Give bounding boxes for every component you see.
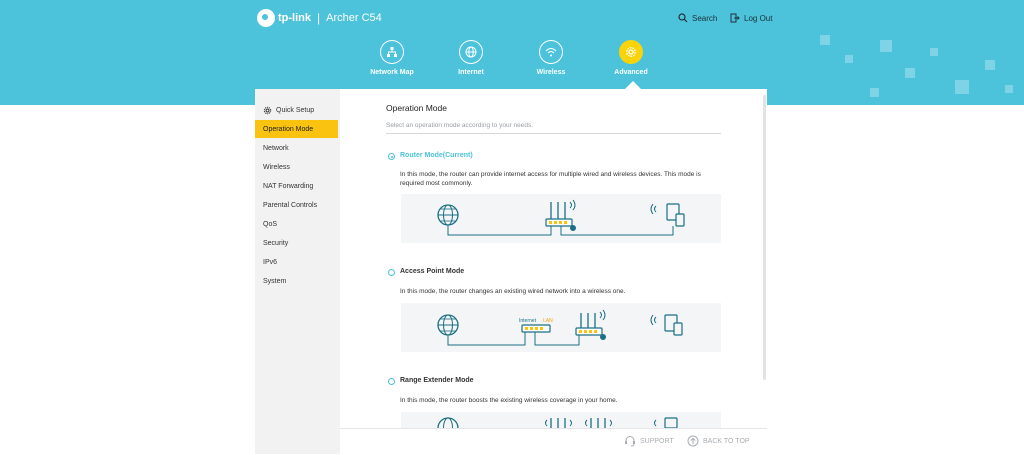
- modem-icon: [521, 324, 551, 333]
- sidebar-item-operation-mode[interactable]: Operation Mode: [255, 120, 338, 138]
- nav-label: Advanced: [614, 69, 648, 76]
- sidebar-item-nat-forwarding[interactable]: NAT Forwarding: [255, 177, 338, 195]
- logo-text: tp-link: [278, 12, 311, 24]
- decor-square: [1005, 85, 1013, 93]
- search-icon: [678, 13, 688, 23]
- sidebar-item-label: Security: [263, 239, 289, 247]
- search-label: Search: [692, 13, 718, 23]
- devices-icon: [650, 203, 685, 227]
- sidebar-item-security[interactable]: Security: [255, 234, 338, 252]
- access-point-mode-label[interactable]: Access Point Mode: [400, 268, 464, 275]
- sidebar-item-wireless[interactable]: Wireless: [255, 158, 338, 176]
- scrollbar[interactable]: [763, 95, 766, 380]
- network-map-icon: [380, 40, 404, 64]
- sidebar-item-label: Wireless: [263, 163, 290, 171]
- nav-advanced[interactable]: Advanced: [596, 40, 666, 76]
- sidebar: Quick Setup Operation Mode Network Wirel…: [255, 89, 340, 454]
- sidebar-item-label: NAT Forwarding: [263, 182, 314, 190]
- divider: [386, 133, 721, 134]
- decor-square: [880, 40, 892, 52]
- sidebar-item-label: System: [263, 277, 287, 285]
- support-link[interactable]: SUPPORT: [624, 435, 674, 447]
- decor-square: [820, 35, 830, 45]
- sidebar-item-qos[interactable]: QoS: [255, 215, 338, 233]
- logout-label: Log Out: [744, 13, 773, 23]
- brand-logo[interactable]: tp-link | Archer C54: [257, 9, 382, 27]
- sidebar-item-label: QoS: [263, 220, 278, 228]
- nav-network-map[interactable]: Network Map: [357, 40, 427, 76]
- access-point-mode-radio[interactable]: [388, 269, 395, 276]
- decor-square: [870, 88, 879, 97]
- gear-icon: [619, 40, 643, 64]
- range-extender-mode-diagram: [401, 412, 721, 428]
- logo-separator: |: [317, 11, 321, 25]
- sidebar-item-label: Parental Controls: [263, 201, 318, 209]
- nav-label: Network Map: [370, 69, 414, 76]
- model-name: Archer C54: [326, 12, 382, 24]
- support-label: SUPPORT: [640, 437, 674, 445]
- decor-square: [955, 80, 969, 94]
- logout-icon: [730, 13, 740, 23]
- sidebar-item-quick-setup[interactable]: Quick Setup: [255, 101, 338, 119]
- decor-square: [985, 60, 995, 70]
- router-mode-description: In this mode, the router can provide int…: [400, 171, 701, 187]
- sidebar-item-network[interactable]: Network: [255, 139, 338, 157]
- sidebar-item-ipv6[interactable]: IPv6: [255, 253, 338, 271]
- access-point-mode-diagram: Internet LAN: [401, 303, 721, 352]
- router-mode-radio[interactable]: [388, 153, 395, 160]
- tp-link-logo-icon: [257, 9, 275, 27]
- page-title: Operation Mode: [386, 103, 447, 113]
- sidebar-item-label: Network: [263, 144, 289, 152]
- nav-internet[interactable]: Internet: [436, 40, 506, 76]
- range-extender-mode-radio[interactable]: [388, 378, 395, 385]
- router-mode-diagram: [401, 194, 721, 243]
- page-subtitle: Select an operation mode according to yo…: [386, 122, 534, 129]
- arrow-up-circle-icon: [687, 435, 699, 447]
- sidebar-item-label: IPv6: [263, 258, 278, 266]
- router-icon: [575, 309, 606, 340]
- sidebar-item-parental-controls[interactable]: Parental Controls: [255, 196, 338, 214]
- wifi-icon: [539, 40, 563, 64]
- back-to-top-link[interactable]: BACK TO TOP: [687, 435, 750, 447]
- globe-icon: [459, 40, 483, 64]
- access-point-mode-description: In this mode, the router changes an exis…: [400, 288, 626, 295]
- decor-square: [930, 48, 938, 56]
- nav-label: Internet: [458, 69, 484, 76]
- internet-port-label: Internet: [519, 318, 537, 324]
- sidebar-item-label: Quick Setup: [276, 106, 315, 114]
- gear-icon: [263, 106, 272, 114]
- lan-port-label: LAN: [543, 318, 553, 324]
- globe-icon: [437, 314, 459, 336]
- range-extender-mode-label[interactable]: Range Extender Mode: [400, 377, 474, 384]
- devices-icon: [650, 314, 683, 336]
- back-to-top-label: BACK TO TOP: [703, 437, 750, 445]
- decor-square: [905, 68, 915, 78]
- globe-icon: [437, 204, 459, 226]
- range-extender-mode-description: In this mode, the router boosts the exis…: [400, 397, 618, 404]
- active-nav-caret: [625, 81, 641, 89]
- nav-label: Wireless: [536, 69, 566, 76]
- headset-icon: [625, 436, 635, 447]
- nav-wireless[interactable]: Wireless: [516, 40, 586, 76]
- decor-square: [845, 55, 853, 63]
- logout-link[interactable]: Log Out: [730, 13, 772, 23]
- sidebar-item-label: Operation Mode: [263, 125, 314, 133]
- router-mode-label[interactable]: Router Mode(Current): [400, 152, 473, 159]
- search-link[interactable]: Search: [678, 13, 717, 23]
- sidebar-item-system[interactable]: System: [255, 272, 338, 290]
